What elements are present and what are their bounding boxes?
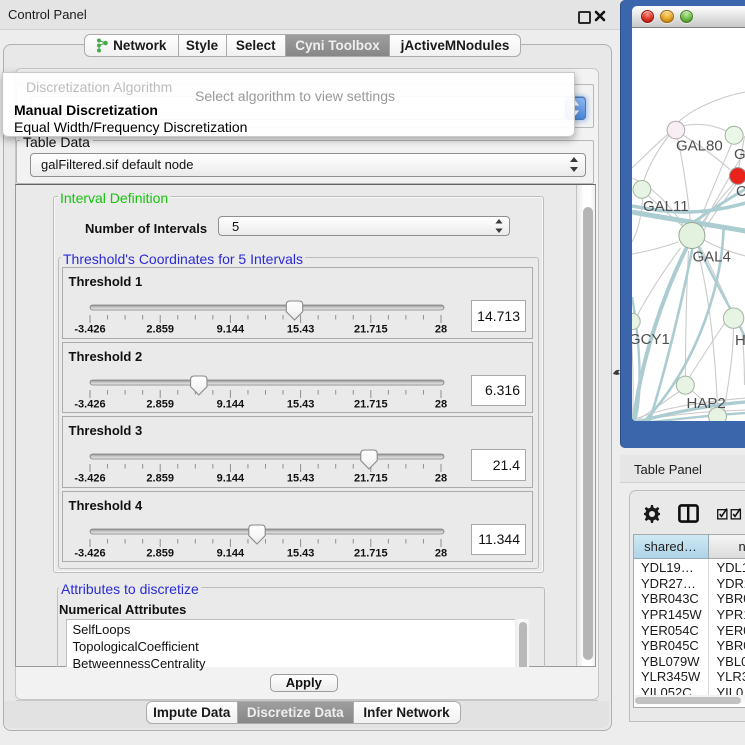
svg-text:21.715: 21.715 [354,324,388,336]
svg-text:C: C [736,183,745,200]
svg-text:GCY1: GCY1 [632,331,670,348]
svg-text:28: 28 [435,398,447,410]
svg-text:9.144: 9.144 [217,324,245,336]
svg-text:GA: GA [734,146,745,163]
svg-text:GAL4: GAL4 [692,249,730,266]
svg-text:15.43: 15.43 [287,547,315,559]
svg-text:2.859: 2.859 [146,547,174,559]
svg-text:9.144: 9.144 [217,547,245,559]
svg-text:28: 28 [435,324,447,336]
svg-text:-3.426: -3.426 [74,398,105,410]
svg-text:HAP2: HAP2 [686,395,725,412]
svg-text:28: 28 [435,547,447,559]
svg-text:2.859: 2.859 [146,473,174,485]
svg-text:28: 28 [435,473,447,485]
svg-text:GAL11: GAL11 [643,198,689,215]
svg-text:-3.426: -3.426 [74,547,105,559]
svg-text:2.859: 2.859 [146,398,174,410]
svg-text:9.144: 9.144 [217,398,245,410]
svg-text:-3.426: -3.426 [74,473,105,485]
svg-text:15.43: 15.43 [287,324,315,336]
svg-text:2.859: 2.859 [146,324,174,336]
svg-text:15.43: 15.43 [287,398,315,410]
svg-text:-3.426: -3.426 [74,324,105,336]
svg-text:GAL80: GAL80 [676,138,723,155]
svg-text:H: H [735,332,745,349]
svg-text:21.715: 21.715 [354,398,388,410]
svg-text:15.43: 15.43 [287,473,315,485]
svg-text:21.715: 21.715 [354,473,388,485]
svg-text:9.144: 9.144 [217,473,245,485]
svg-text:21.715: 21.715 [354,547,388,559]
